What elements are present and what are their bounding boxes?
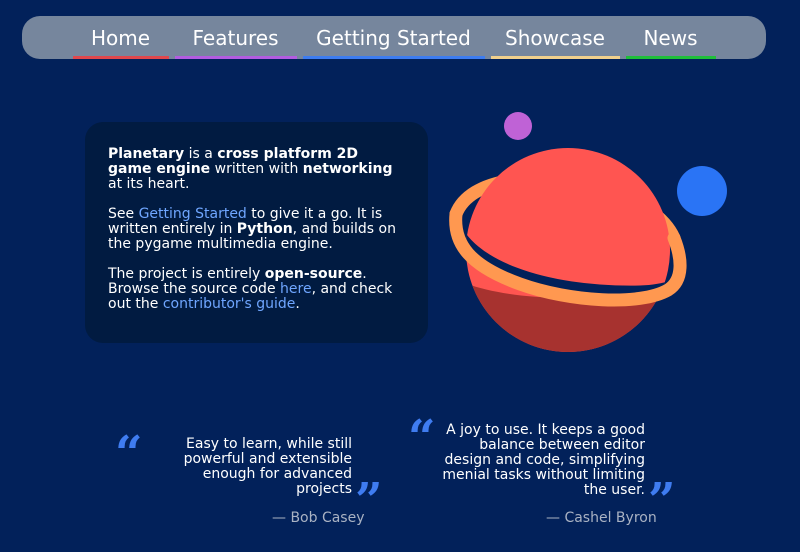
- planet-illustration: [449, 112, 727, 352]
- testimonial-1-author: — Bob Casey: [272, 510, 365, 526]
- top-nav: Home Features Getting Started Showcase N…: [22, 16, 766, 59]
- nav-underline-news: [625, 56, 716, 59]
- intro-card: Planetary is a cross platform 2D game en…: [85, 122, 428, 343]
- intro-emphasis: networking: [302, 161, 393, 177]
- nav-item-showcase[interactable]: Showcase: [490, 16, 620, 59]
- testimonial-2: A joy to use. It keeps a good balance be…: [442, 423, 645, 498]
- testimonial-1-line: enough for advanced: [202, 466, 352, 482]
- testimonial-1: Easy to learn, while still powerful and …: [184, 437, 352, 497]
- nav-item-news[interactable]: News: [625, 16, 716, 59]
- testimonial-2-line: menial tasks without limiting: [442, 467, 645, 483]
- nav-label-home: Home: [90, 25, 151, 50]
- testimonial-2-line: design and code, simplifying: [444, 452, 645, 468]
- nav-label-getting-started: Getting Started: [316, 25, 471, 50]
- moon-blue: [677, 166, 727, 216]
- testimonial-2-author: — Cashel Byron: [546, 510, 657, 526]
- intro-product-name: Planetary: [108, 146, 185, 162]
- open-quote-icon: “: [115, 426, 143, 482]
- nav-label-showcase: Showcase: [505, 25, 605, 50]
- intro-text: written with: [210, 161, 303, 177]
- intro-emphasis: Python: [236, 221, 293, 237]
- intro-paragraph-2: See Getting Started to give it a go. It …: [108, 207, 404, 252]
- testimonial-2-line: the user.: [583, 482, 645, 498]
- nav-underline-getting-started: [302, 56, 485, 59]
- nav-item-home[interactable]: Home: [72, 16, 169, 59]
- intro-paragraph-1: Planetary is a cross platform 2D game en…: [108, 147, 404, 192]
- nav-label-features: Features: [192, 25, 279, 50]
- testimonial-1-line: projects: [296, 481, 352, 497]
- intro-text: .: [295, 296, 300, 312]
- contributors-guide-link[interactable]: contributor's guide: [163, 296, 296, 312]
- nav-item-getting-started[interactable]: Getting Started: [302, 16, 485, 59]
- getting-started-link[interactable]: Getting Started: [139, 206, 247, 222]
- intro-text: See: [108, 206, 139, 222]
- intro-text: The project is entirely: [108, 266, 265, 282]
- nav-label-news: News: [643, 25, 698, 50]
- moon-purple: [504, 112, 532, 140]
- nav-underline-showcase: [490, 56, 620, 59]
- intro-text: is a: [184, 146, 218, 162]
- nav-underline-home: [72, 56, 169, 59]
- intro-emphasis: open-source: [264, 266, 363, 282]
- nav-underline-features: [174, 56, 297, 59]
- testimonial-2-line: A joy to use. It keeps a good: [446, 422, 645, 438]
- testimonial-1-line: Easy to learn, while still: [186, 436, 352, 452]
- intro-text: at its heart.: [108, 176, 190, 192]
- testimonial-1-line: powerful and extensible: [183, 451, 352, 467]
- source-code-link[interactable]: here: [280, 281, 312, 297]
- open-quote-icon: “: [408, 410, 436, 466]
- testimonial-2-line: balance between editor: [479, 437, 645, 453]
- intro-paragraph-3: The project is entirely open-source. Bro…: [108, 267, 404, 312]
- nav-item-features[interactable]: Features: [174, 16, 297, 59]
